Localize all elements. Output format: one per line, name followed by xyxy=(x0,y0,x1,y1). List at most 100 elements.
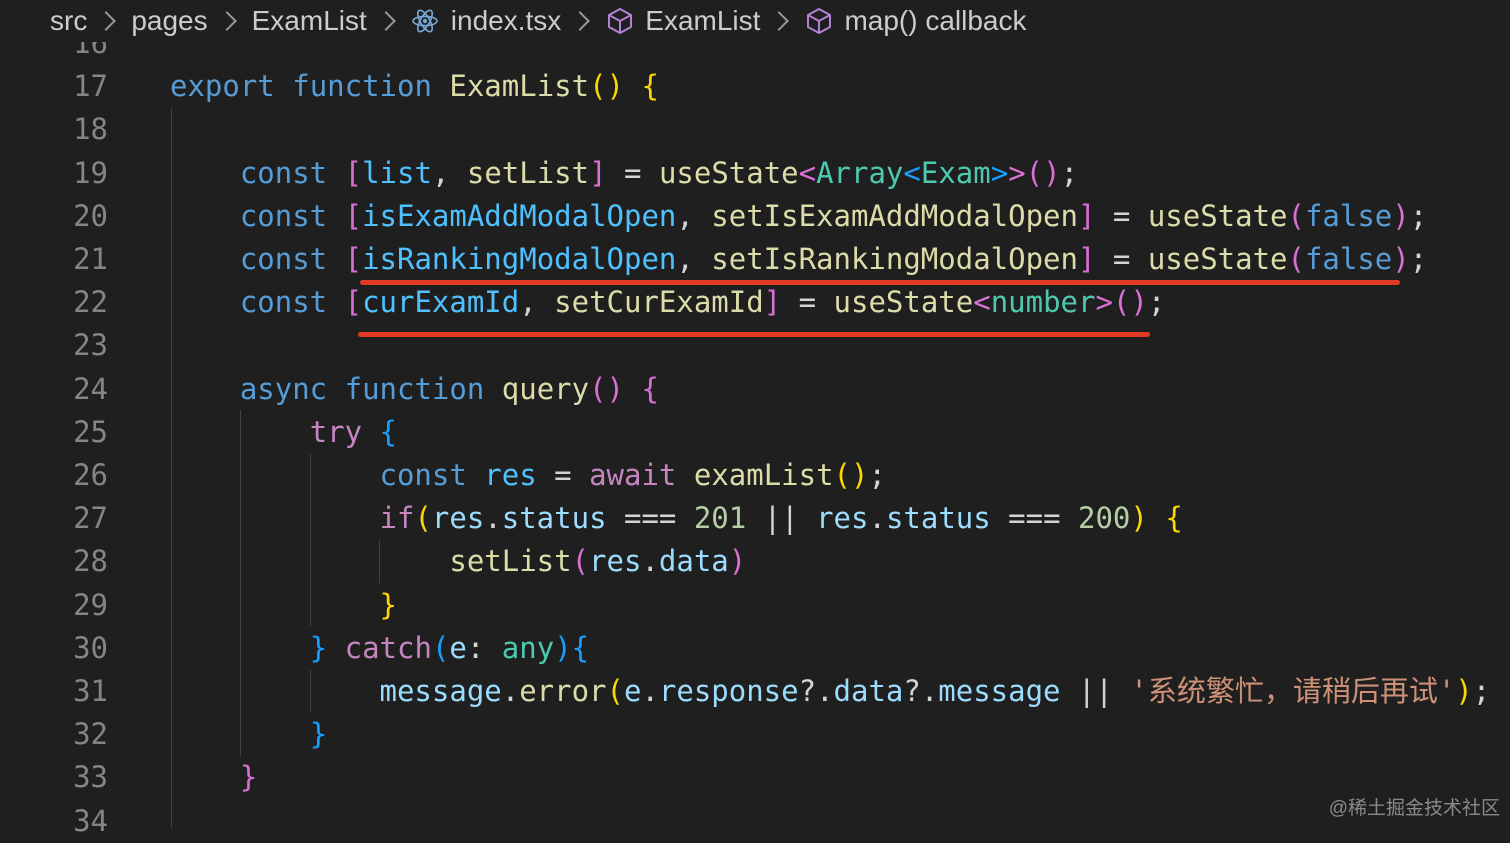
code-token: res xyxy=(484,458,537,492)
code-token: = xyxy=(1095,198,1148,233)
code-token: catch xyxy=(344,630,432,665)
code-token: const xyxy=(239,242,328,276)
chevron-right-icon xyxy=(570,11,591,31)
code-token: || xyxy=(746,501,817,536)
code-editor[interactable]: 16 17 export function ExamList() {18 19 con… xyxy=(0,0,1510,838)
code-token: isRankingModalOpen xyxy=(362,242,677,276)
code-token: ; xyxy=(1147,285,1166,320)
code-token: ?. xyxy=(798,674,834,708)
code-token: } xyxy=(239,760,258,795)
code-token: useState xyxy=(658,155,799,190)
code-token: Array xyxy=(816,155,904,190)
code-token: () xyxy=(589,371,625,406)
code-token: ] xyxy=(1077,242,1096,276)
line-number: 32 xyxy=(73,717,108,752)
code-token: message xyxy=(938,674,1061,708)
breadcrumb-item-examlist-folder[interactable]: ExamList xyxy=(252,5,367,37)
code-token: ( xyxy=(431,630,450,665)
code-text: const [isRankingModalOpen, setIsRankingM… xyxy=(170,238,1427,281)
line-number: 23 xyxy=(73,328,108,363)
line-number: 25 xyxy=(73,414,108,449)
code-text: setList(res.data) xyxy=(170,540,746,583)
code-token: () xyxy=(589,69,624,104)
breadcrumb-item-pages[interactable]: pages xyxy=(131,5,207,37)
code-token: function xyxy=(344,371,485,406)
code-token: ) xyxy=(1455,674,1473,708)
code-token: res xyxy=(589,544,642,579)
code-token: ( xyxy=(1287,198,1305,233)
code-token: , xyxy=(676,242,712,276)
line-number: 30 xyxy=(73,630,108,665)
watermark: @稀土掘金技术社区 xyxy=(1328,798,1500,819)
code-text: } xyxy=(170,756,257,799)
breadcrumb-item-file[interactable]: index.tsx xyxy=(451,5,562,37)
code-token: , xyxy=(676,198,712,233)
code-token: } xyxy=(309,717,328,752)
code-token: data xyxy=(658,544,729,579)
code-token: . xyxy=(641,674,659,708)
indent-guide xyxy=(310,670,311,713)
code-token: setList xyxy=(466,155,590,190)
code-token: < xyxy=(798,155,817,190)
cube-icon xyxy=(804,6,834,36)
code-token: = xyxy=(536,458,590,492)
code-token: = xyxy=(606,155,659,190)
indent-guide xyxy=(379,540,380,583)
code-text: message.error(e.response?.data?.message … xyxy=(170,670,1491,713)
code-token: || xyxy=(1060,674,1131,708)
code-token: '系统繁忙，请稍后再试' xyxy=(1130,674,1456,708)
code-token: message xyxy=(379,674,502,708)
code-token: < xyxy=(903,155,921,190)
code-token: . xyxy=(868,501,886,536)
line-number: 22 xyxy=(73,285,108,320)
code-text: async function query() { xyxy=(170,368,659,411)
code-token: ] xyxy=(589,155,607,190)
code-token: () xyxy=(1112,285,1148,320)
code-token: if xyxy=(379,501,415,536)
code-token: () xyxy=(1025,155,1061,190)
code-token: setIsRankingModalOpen xyxy=(711,242,1078,276)
breadcrumb-item-symbol-callback[interactable]: map() callback xyxy=(844,5,1026,37)
code-token: } xyxy=(379,587,397,622)
code-token: list xyxy=(362,155,432,190)
code-token: > xyxy=(1095,285,1113,320)
code-text: const res = await examList(); xyxy=(170,454,886,497)
code-token: ] xyxy=(1077,198,1096,233)
code-token: e xyxy=(623,674,642,708)
code-token: ; xyxy=(1060,155,1079,190)
cube-icon xyxy=(605,6,635,36)
code-token: ) xyxy=(728,544,747,579)
code-token: ; xyxy=(1472,674,1491,708)
code-token: { xyxy=(379,414,398,449)
code-token: function xyxy=(292,69,432,104)
code-token: ; xyxy=(1409,242,1428,276)
code-token: , xyxy=(519,285,555,320)
code-token: ) xyxy=(554,630,572,665)
breadcrumb-item-symbol-examlist[interactable]: ExamList xyxy=(645,5,760,37)
highlight-underline xyxy=(360,280,1400,285)
line-number: 33 xyxy=(73,760,108,795)
code-token: query xyxy=(501,371,590,406)
code-token: e xyxy=(449,630,467,665)
code-token: await xyxy=(589,458,677,492)
breadcrumb-item-src[interactable]: src xyxy=(50,5,87,37)
indent-guide xyxy=(310,454,311,626)
code-token: useState xyxy=(1147,242,1288,276)
code-token: ; xyxy=(868,458,886,492)
code-token: { xyxy=(571,630,590,665)
code-token: ?. xyxy=(903,674,939,708)
